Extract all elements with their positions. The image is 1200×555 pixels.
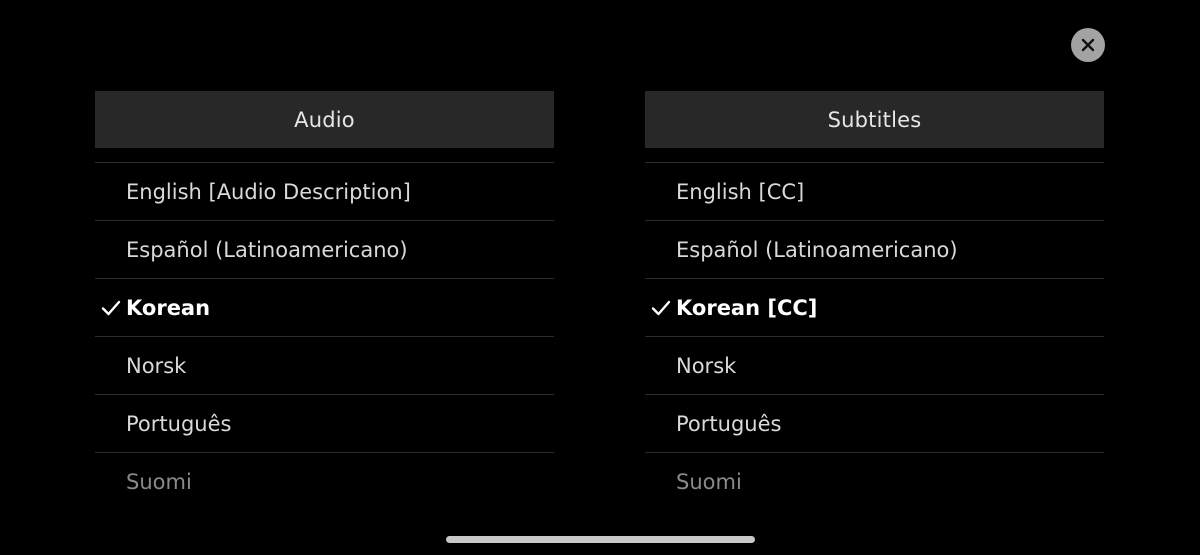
- audio-option-norsk[interactable]: Norsk: [95, 337, 554, 395]
- subtitle-option-korean-cc[interactable]: Korean [CC]: [645, 279, 1104, 337]
- audio-option-label: Português: [126, 411, 232, 436]
- subtitle-option-label: English [CC]: [676, 179, 805, 204]
- subtitles-panel: Subtitles English [CC] Español (Latinoam…: [645, 91, 1104, 510]
- audio-option-portugues[interactable]: Português: [95, 395, 554, 453]
- subtitle-option-label: Español (Latinoamericano): [676, 237, 958, 262]
- audio-option-korean[interactable]: Korean: [95, 279, 554, 337]
- close-icon: [1081, 38, 1095, 52]
- close-button[interactable]: [1071, 28, 1105, 62]
- audio-option-label: Español (Latinoamericano): [126, 237, 408, 262]
- audio-option-label: Norsk: [126, 353, 187, 378]
- audio-list: English [Audio Description] Español (Lat…: [95, 162, 554, 510]
- subtitle-option-label: Português: [676, 411, 782, 436]
- audio-panel: Audio English [Audio Description] Españo…: [95, 91, 554, 510]
- subtitle-option-norsk[interactable]: Norsk: [645, 337, 1104, 395]
- subtitle-option-label: Korean [CC]: [676, 295, 818, 320]
- audio-option-label: Korean: [126, 295, 211, 320]
- subtitle-option-suomi[interactable]: Suomi: [645, 453, 1104, 510]
- audio-option-suomi[interactable]: Suomi: [95, 453, 554, 510]
- audio-option-espanol[interactable]: Español (Latinoamericano): [95, 221, 554, 279]
- subtitle-option-label: Suomi: [676, 469, 742, 494]
- checkmark-icon: [650, 297, 672, 319]
- audio-option-english-ad[interactable]: English [Audio Description]: [95, 163, 554, 221]
- home-indicator[interactable]: [446, 536, 755, 543]
- subtitle-option-espanol[interactable]: Español (Latinoamericano): [645, 221, 1104, 279]
- audio-option-label: English [Audio Description]: [126, 179, 411, 204]
- subtitle-option-label: Norsk: [676, 353, 737, 378]
- audio-header: Audio: [95, 91, 554, 148]
- subtitle-option-portugues[interactable]: Português: [645, 395, 1104, 453]
- audio-option-label: Suomi: [126, 469, 192, 494]
- subtitles-list: English [CC] Español (Latinoamericano) K…: [645, 162, 1104, 510]
- subtitles-header: Subtitles: [645, 91, 1104, 148]
- subtitle-option-english-cc[interactable]: English [CC]: [645, 163, 1104, 221]
- checkmark-icon: [100, 297, 122, 319]
